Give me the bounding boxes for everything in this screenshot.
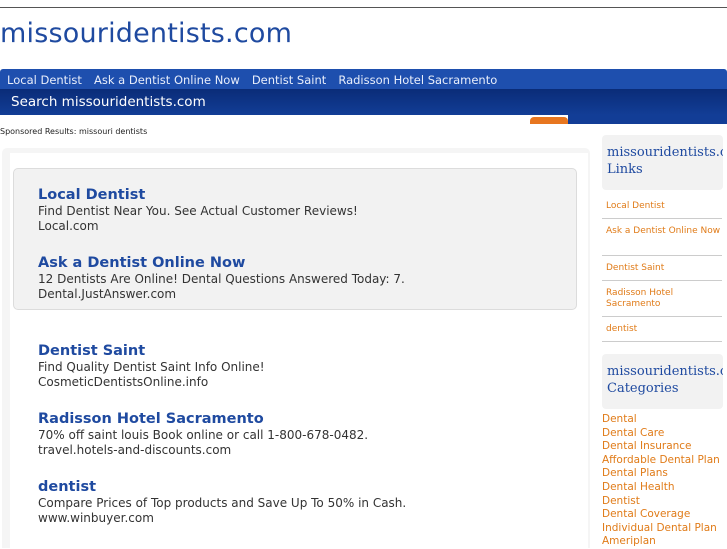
category-item[interactable]: Dental Insurance [602,440,727,454]
search-band-tail [568,115,727,124]
ad-title[interactable]: Dentist Saint [38,343,265,359]
sidebar-links-title-word: Links [607,162,643,177]
top-rule [0,7,727,8]
sidebar-categories-title: missouridentists.com Categories [602,354,723,397]
search-title: Search missouridentists.com [11,94,206,110]
ad-url[interactable]: Dental.JustAnswer.com [38,287,405,302]
search-input[interactable] [20,115,518,123]
ad-url[interactable]: Local.com [38,219,358,234]
ad-title[interactable]: Ask a Dentist Online Now [38,255,405,271]
search-band: Search missouridentists.com [0,89,727,115]
ad-item-radisson-hotel: Radisson Hotel Sacramento 70% off saint … [38,411,368,458]
category-item[interactable]: Dental [602,413,727,427]
ad-title[interactable]: Radisson Hotel Sacramento [38,411,368,427]
nav-item-radisson-hotel[interactable]: Radisson Hotel Sacramento [338,71,497,90]
category-item[interactable]: Dentist [602,495,727,509]
sidebar-link-local-dentist[interactable]: Local Dentist [606,201,722,212]
sidebar-divider [602,341,722,342]
sidebar-categories-title-word: Categories [607,381,679,396]
sidebar-categories-title-site: missouridentists.com [607,364,723,379]
sidebar-link-ask-a-dentist[interactable]: Ask a Dentist Online Now [606,226,722,237]
ad-url[interactable]: CosmeticDentistsOnline.info [38,375,265,390]
search-button[interactable] [530,117,568,124]
sponsored-label: Sponsored Results: missouri dentists [0,127,148,136]
category-item[interactable]: Dental Plans [602,467,727,481]
nav-item-dentist-saint[interactable]: Dentist Saint [252,71,326,90]
sidebar-categories-header: missouridentists.com Categories [602,354,723,409]
category-item[interactable]: Dental Care [602,427,727,441]
category-item[interactable]: Individual Dental Plan [602,522,727,536]
sidebar-link-radisson-hotel[interactable]: Radisson Hotel Sacramento [606,288,722,310]
sidebar-links-title: missouridentists.com Links [602,135,723,178]
sidebar-links-title-site: missouridentists.com [607,145,723,160]
ad-description: Find Quality Dentist Saint Info Online! [38,360,265,374]
category-item[interactable]: Dental Health [602,481,727,495]
sidebar-links-header: missouridentists.com Links [602,135,723,190]
sidebar-divider [602,218,722,219]
category-item[interactable]: Ameriplan [602,535,727,549]
ad-description: Find Dentist Near You. See Actual Custom… [38,204,358,218]
nav-item-local-dentist[interactable]: Local Dentist [7,71,82,90]
ad-description: 70% off saint louis Book online or call … [38,428,369,442]
ad-url[interactable]: www.winbuyer.com [38,511,406,526]
ad-item-dentist-saint: Dentist Saint Find Quality Dentist Saint… [38,343,265,390]
top-nav: Local Dentist Ask a Dentist Online Now D… [0,69,727,89]
category-list: Dental Dental Care Dental Insurance Affo… [602,413,727,549]
sidebar-divider [602,316,722,317]
ad-title[interactable]: Local Dentist [38,187,358,203]
sidebar-divider [602,280,722,281]
ad-title[interactable]: dentist [38,479,406,495]
sidebar-divider [602,255,722,256]
ad-item-ask-a-dentist: Ask a Dentist Online Now 12 Dentists Are… [38,255,405,302]
ad-item-local-dentist: Local Dentist Find Dentist Near You. See… [38,187,358,234]
sidebar-link-dentist[interactable]: dentist [606,324,722,335]
nav-item-ask-a-dentist[interactable]: Ask a Dentist Online Now [94,71,240,90]
ad-item-dentist: dentist Compare Prices of Top products a… [38,479,406,526]
sidebar-link-dentist-saint[interactable]: Dentist Saint [606,263,722,274]
site-title[interactable]: missouridentists.com [0,18,292,49]
ad-url[interactable]: travel.hotels-and-discounts.com [38,443,368,458]
ad-description: 12 Dentists Are Online! Dental Questions… [38,272,405,286]
category-item[interactable]: Affordable Dental Plan [602,454,727,468]
category-item[interactable]: Dental Coverage [602,508,727,522]
ad-description: Compare Prices of Top products and Save … [38,496,407,510]
